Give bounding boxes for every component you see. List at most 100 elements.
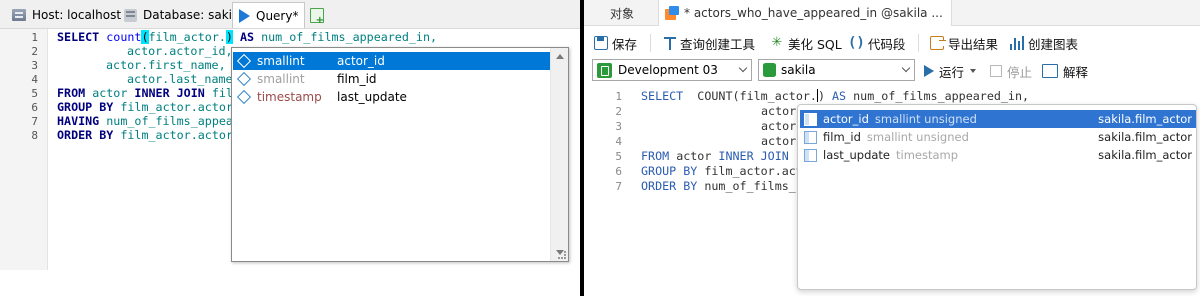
autocomplete-source: sakila.film_actor xyxy=(1098,148,1192,162)
connection-value: Development 03 xyxy=(618,63,718,77)
heidisql-pane: Host: localhost Database: sakila Query* … xyxy=(0,0,580,296)
explain-icon xyxy=(1042,64,1058,78)
line-number: 1 xyxy=(31,31,38,44)
save-label: 保存 xyxy=(612,36,638,52)
line-number: 3 xyxy=(615,120,622,133)
export-label: 导出结果 xyxy=(948,36,999,52)
explain-label: 解释 xyxy=(1063,64,1089,80)
autocomplete-item-last-update[interactable]: last_update timestamp sakila.film_actor xyxy=(800,146,1196,164)
tab-query[interactable]: Query* xyxy=(232,2,306,28)
database-icon xyxy=(763,63,776,77)
new-query-icon xyxy=(310,7,324,26)
autocomplete-type: smallint xyxy=(257,72,305,86)
identifier: film_actor.act xyxy=(697,164,803,178)
code-line-7: ORDER BY num_of_films_ xyxy=(641,179,796,193)
host-icon xyxy=(12,9,26,21)
stop-button[interactable]: 停止 xyxy=(990,61,1032,81)
autocomplete-item-actor-id[interactable]: smallint actor_id xyxy=(233,52,551,70)
tab-host[interactable]: Host: localhost xyxy=(6,3,127,27)
tab-query-editor[interactable]: * actors_who_have_appeared_in @sakila ..… xyxy=(658,0,952,26)
main-toolbar: 保存 查询创建工具 ✳ 美化 SQL () 代码段 导出结果 创建图表 xyxy=(584,28,1200,56)
autocomplete-item-film-id[interactable]: smallint film_id xyxy=(233,70,551,88)
tab-objects-label: 对象 xyxy=(610,6,635,21)
code-line-2: actor.actor_id, xyxy=(127,44,233,58)
database-select[interactable]: sakila xyxy=(758,59,915,81)
toolbar-separator xyxy=(918,34,919,52)
autocomplete-type: smallint unsigned xyxy=(874,112,977,126)
column-icon xyxy=(804,148,817,162)
keyword: AS xyxy=(832,89,847,103)
line-number: 5 xyxy=(615,150,622,163)
keyword: AS xyxy=(232,30,262,44)
autocomplete-type: timestamp xyxy=(257,90,322,104)
export-results-button[interactable]: 导出结果 xyxy=(930,33,998,53)
line-number: 2 xyxy=(31,45,38,58)
create-chart-button[interactable]: 创建图表 xyxy=(1010,33,1078,53)
connection-toolbar: Development 03 sakila 运行 停止 解释 xyxy=(584,57,1200,85)
run-icon xyxy=(924,65,934,77)
column-icon xyxy=(804,112,817,126)
left-tab-bar: Host: localhost Database: sakila Query* xyxy=(0,0,580,29)
beautify-sql-button[interactable]: ✳ 美化 SQL xyxy=(770,33,842,53)
save-button[interactable]: 保存 xyxy=(594,33,637,53)
query-builder-button[interactable]: 查询创建工具 xyxy=(664,33,755,53)
code-line-6: GROUP BY film_actor.actor xyxy=(57,100,233,114)
snippet-label: 代码段 xyxy=(867,36,906,52)
keyword: GROUP BY xyxy=(641,164,698,178)
identifier: actor xyxy=(92,86,135,100)
keyword: FROM xyxy=(641,149,670,163)
identifier: num_of_films_appeared_in, xyxy=(846,89,1030,103)
create-chart-label: 创建图表 xyxy=(1028,36,1079,52)
keyword: ORDER BY xyxy=(57,128,121,142)
run-button[interactable]: 运行 xyxy=(924,61,977,81)
resize-grip-icon[interactable] xyxy=(558,251,566,259)
database-value: sakila xyxy=(781,63,816,77)
run-dropdown-icon[interactable] xyxy=(970,69,977,73)
tab-database[interactable]: Database: sakila xyxy=(118,3,249,27)
explain-button[interactable]: 解释 xyxy=(1042,61,1088,81)
autocomplete-type: smallint unsigned xyxy=(866,130,969,144)
stop-icon xyxy=(990,65,1002,77)
code-line-8: ORDER BY film_actor.actor xyxy=(57,128,233,142)
scroll-up-icon[interactable] xyxy=(556,54,564,59)
autocomplete-scrollbar[interactable] xyxy=(550,48,568,261)
run-label: 运行 xyxy=(939,64,965,80)
autocomplete-name: actor_id xyxy=(823,112,869,126)
query-builder-icon xyxy=(664,36,676,50)
autocomplete-name: actor_id xyxy=(337,54,385,68)
right-autocomplete-popup: actor_id smallint unsigned sakila.film_a… xyxy=(797,104,1197,290)
identifier: COUNT(film_actor. xyxy=(683,89,817,103)
identifier: fil xyxy=(211,86,233,100)
autocomplete-source: sakila.film_actor xyxy=(1098,112,1192,126)
line-number: 7 xyxy=(31,115,38,128)
code-line-4: actor xyxy=(761,134,797,148)
line-number: 4 xyxy=(31,73,38,86)
connection-icon xyxy=(597,62,612,78)
autocomplete-item-film-id[interactable]: film_id smallint unsigned sakila.film_ac… xyxy=(800,128,1196,146)
function-name: count xyxy=(106,30,142,44)
connection-select[interactable]: Development 03 xyxy=(592,59,752,81)
autocomplete-item-last-update[interactable]: timestamp last_update xyxy=(233,88,551,106)
save-icon xyxy=(594,36,608,50)
identifier: film_actor.actor xyxy=(120,128,233,142)
column-icon xyxy=(236,89,252,105)
autocomplete-item-actor-id[interactable]: actor_id smallint unsigned sakila.film_a… xyxy=(800,110,1196,128)
identifier: num_of_films_appea xyxy=(106,114,233,128)
column-icon xyxy=(236,53,252,69)
code-snippet-icon: () xyxy=(848,35,865,51)
chevron-down-icon xyxy=(901,63,911,73)
code-snippet-button[interactable]: () 代码段 xyxy=(848,33,905,53)
tab-query-label: * actors_who_have_appeared_in @sakila ..… xyxy=(684,6,943,20)
new-query-tab-button[interactable] xyxy=(304,3,330,27)
toolbar-separator xyxy=(650,34,651,52)
tab-objects[interactable]: 对象 xyxy=(610,0,634,26)
tab-query-label: Query* xyxy=(256,8,299,23)
column-icon xyxy=(236,71,252,87)
code-line-2: actor xyxy=(761,104,797,118)
autocomplete-type: timestamp xyxy=(896,148,959,162)
line-number: 4 xyxy=(615,135,622,148)
left-line-gutter: 1 2 3 4 5 6 7 8 xyxy=(0,29,48,270)
autocomplete-name: film_id xyxy=(823,130,861,144)
keyword: HAVING xyxy=(57,114,107,128)
keyword: INNER JOIN xyxy=(718,149,789,163)
